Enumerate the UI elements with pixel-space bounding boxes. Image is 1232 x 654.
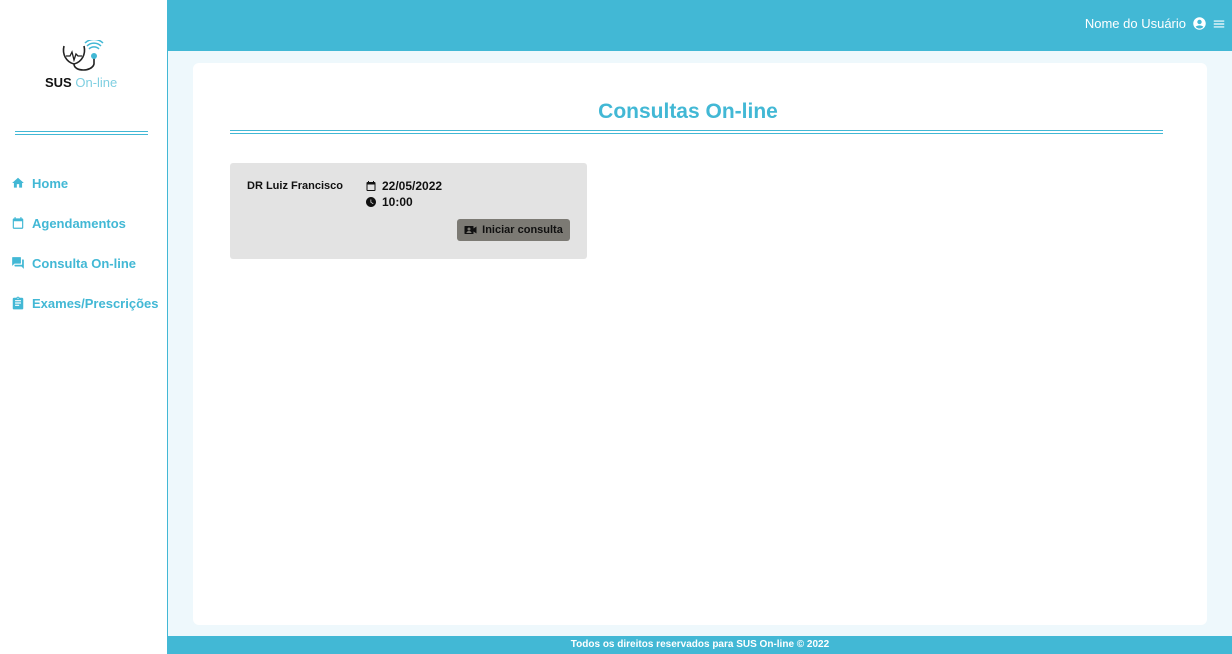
sidebar-item-agendamentos[interactable]: Agendamentos <box>0 210 168 236</box>
start-consultation-label: Iniciar consulta <box>482 224 563 236</box>
app-logo[interactable]: SUS On-line <box>40 40 130 92</box>
clock-icon <box>366 197 376 207</box>
consultation-time: 10:00 <box>365 195 413 209</box>
account-circle-icon[interactable] <box>1192 16 1207 31</box>
logo-text: SUS On-line <box>45 75 117 90</box>
sidebar-item-consulta-online[interactable]: Consulta On-line <box>0 250 168 276</box>
user-name[interactable]: Nome do Usuário <box>1085 16 1186 31</box>
content-card: Consultas On-line DR Luiz Francisco 22/0… <box>193 63 1207 625</box>
time-value: 10:00 <box>382 195 413 209</box>
consultation-card: DR Luiz Francisco 22/05/2022 10:00 Inici… <box>230 163 587 259</box>
sidebar-item-home[interactable]: Home <box>0 170 168 196</box>
home-icon <box>11 176 25 190</box>
sidebar: SUS On-line Home Agendamentos Consulta O… <box>0 0 168 654</box>
sidebar-item-label: Agendamentos <box>32 215 126 231</box>
sidebar-item-exames-prescricoes[interactable]: Exames/Prescrições <box>0 290 168 316</box>
video-call-icon <box>464 226 477 234</box>
sidebar-item-label: Home <box>32 175 69 191</box>
sidebar-item-label: Exames/Prescrições <box>32 295 159 311</box>
footer: Todos os direitos reservados para SUS On… <box>168 636 1232 654</box>
calendar-icon <box>11 216 25 230</box>
calendar-icon <box>366 181 376 191</box>
consultation-date: 22/05/2022 <box>365 179 442 193</box>
user-area: Nome do Usuário <box>1085 16 1226 31</box>
start-consultation-button[interactable]: Iniciar consulta <box>457 219 570 241</box>
logo-text-online: On-line <box>75 75 118 90</box>
hamburger-menu-icon[interactable] <box>1212 17 1226 31</box>
date-value: 22/05/2022 <box>382 179 443 193</box>
doctor-name: DR Luiz Francisco <box>247 180 343 192</box>
top-bar: Nome do Usuário <box>168 0 1232 51</box>
clipboard-icon <box>11 296 25 310</box>
sidebar-nav: Home Agendamentos Consulta On-line Exame… <box>0 170 168 330</box>
sidebar-item-label: Consulta On-line <box>32 255 136 271</box>
title-divider <box>230 130 1163 134</box>
logo-text-sus: SUS <box>45 75 72 90</box>
page-title: Consultas On-line <box>598 100 778 123</box>
chat-icon <box>11 256 25 270</box>
stethoscope-logo-icon <box>62 40 104 71</box>
footer-text: Todos os direitos reservados para SUS On… <box>570 639 830 650</box>
sidebar-divider <box>15 131 148 135</box>
